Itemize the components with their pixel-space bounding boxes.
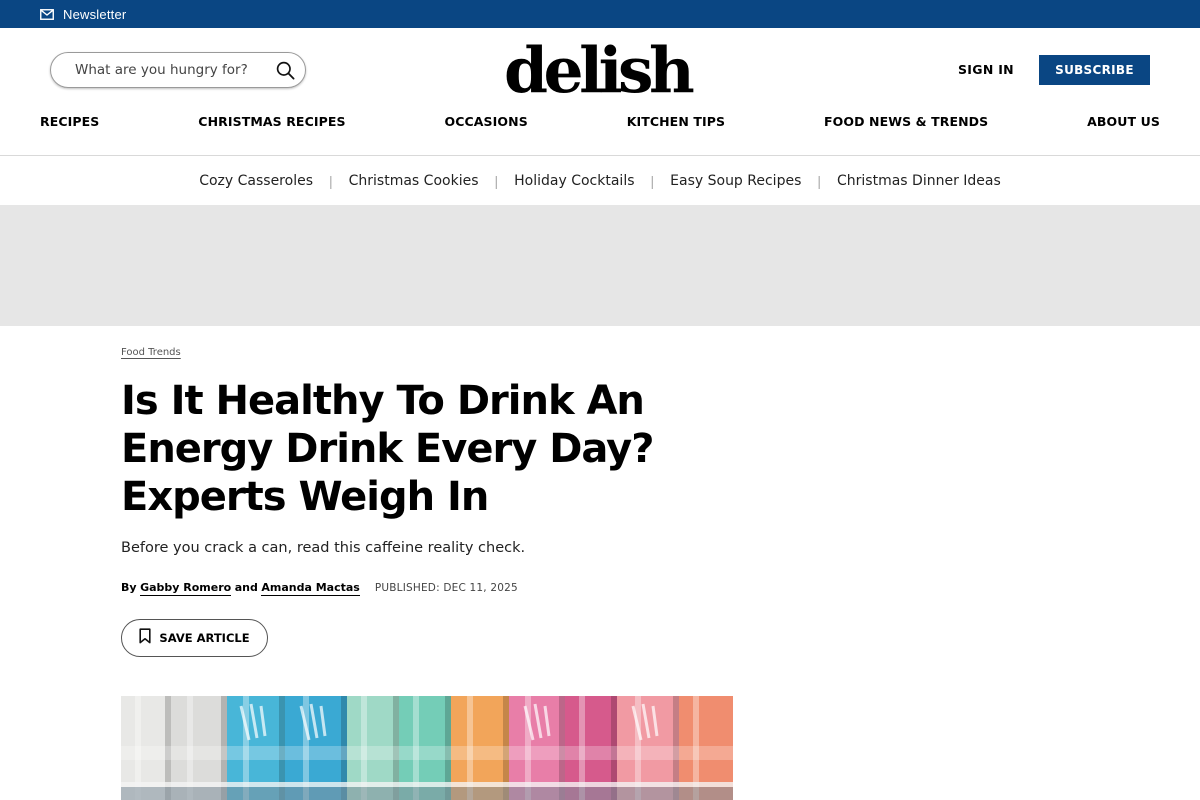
nav-item-food-news-trends[interactable]: FOOD NEWS & TRENDS (824, 114, 988, 129)
nav-item-christmas-recipes[interactable]: CHRISTMAS RECIPES (198, 114, 345, 129)
top-bar: Newsletter (0, 0, 1200, 28)
subnav-item-cozy-casseroles[interactable]: Cozy Casseroles (199, 173, 313, 189)
subnav-separator: | (817, 172, 822, 189)
save-article-label: SAVE ARTICLE (159, 631, 250, 645)
newsletter-link[interactable]: Newsletter (40, 0, 126, 28)
article-category-link[interactable]: Food Trends (121, 347, 181, 358)
subnav-separator: | (329, 172, 333, 189)
byline: By Gabby Romero and Amanda Mactas PUBLIS… (121, 581, 518, 596)
author-link[interactable]: Gabby Romero (140, 581, 232, 596)
byline-conjunction: and (234, 581, 258, 594)
byline-by: By (121, 581, 137, 594)
author-link[interactable]: Amanda Mactas (261, 581, 360, 596)
search-input[interactable] (75, 62, 265, 78)
site-logo[interactable]: delish (504, 32, 695, 108)
subnav-separator: | (494, 172, 499, 189)
nav-item-about-us[interactable]: ABOUT US (1087, 114, 1160, 129)
ad-placeholder (0, 205, 1200, 326)
energy-drink-cans-image (121, 696, 733, 800)
envelope-icon (40, 8, 54, 20)
search-icon[interactable] (276, 61, 295, 80)
headline-line: Is It Healthy To Drink An (121, 378, 645, 424)
search-box[interactable] (50, 52, 306, 88)
subnav-separator: | (650, 172, 655, 189)
nav-item-occasions[interactable]: OCCASIONS (445, 114, 528, 129)
published-date: PUBLISHED: DEC 11, 2025 (374, 582, 518, 594)
article-dek: Before you crack a can, read this caffei… (121, 540, 526, 556)
main-nav: RECIPES CHRISTMAS RECIPES OCCASIONS KITC… (40, 114, 1160, 129)
nav-item-recipes[interactable]: RECIPES (40, 114, 99, 129)
hero-image (121, 696, 733, 800)
subnav-item-easy-soup-recipes[interactable]: Easy Soup Recipes (670, 173, 801, 189)
subnav-item-holiday-cocktails[interactable]: Holiday Cocktails (514, 173, 634, 189)
sub-nav: Cozy Casseroles | Christmas Cookies | Ho… (0, 155, 1200, 205)
subnav-item-christmas-cookies[interactable]: Christmas Cookies (349, 173, 479, 189)
nav-item-kitchen-tips[interactable]: KITCHEN TIPS (627, 114, 725, 129)
subnav-item-christmas-dinner-ideas[interactable]: Christmas Dinner Ideas (837, 173, 1001, 189)
headline-line: Experts Weigh In (121, 474, 489, 520)
newsletter-label: Newsletter (63, 6, 127, 22)
subscribe-button[interactable]: SUBSCRIBE (1039, 55, 1150, 85)
sign-in-link[interactable]: SIGN IN (958, 62, 1014, 77)
article-headline: Is It Healthy To Drink An Energy Drink E… (121, 377, 721, 521)
save-article-button[interactable]: SAVE ARTICLE (121, 619, 268, 657)
headline-line: Energy Drink Every Day? (121, 426, 654, 472)
bookmark-icon (139, 627, 152, 649)
